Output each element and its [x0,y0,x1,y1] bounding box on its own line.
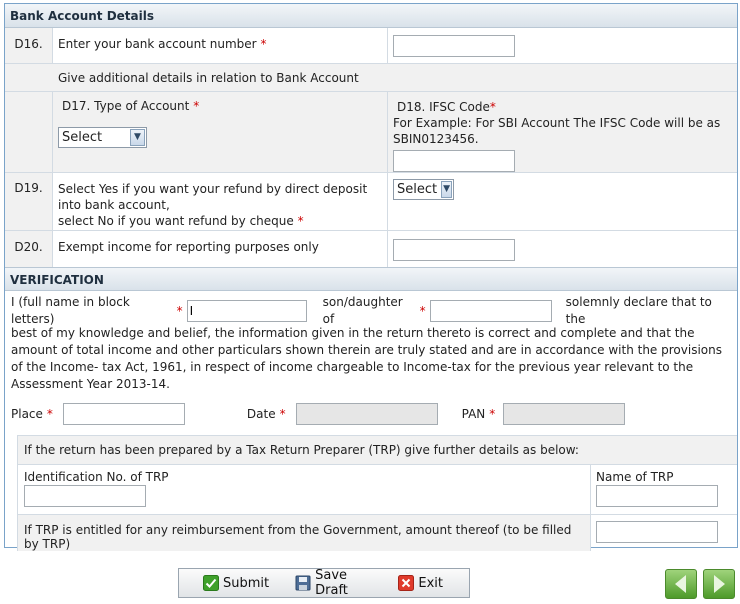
required-mark: * [176,303,183,318]
row-d19: D19. Select Yes if you want your refund … [5,173,737,231]
required-mark: * [46,407,53,421]
date-input[interactable] [295,403,438,425]
ifsc-example: For Example: For SBI Account The IFSC Co… [393,116,721,146]
d20-code: D20. [5,231,53,267]
pan-label: PAN [461,407,486,421]
save-draft-button[interactable]: Save Draft [295,568,372,598]
d20-label: Exempt income for reporting purposes onl… [53,231,388,267]
required-mark: * [260,37,267,51]
row-d17-d18: D17. Type of Account * Select ▼ D18. IFS… [5,92,737,173]
refund-mode-selected: Select [397,182,438,197]
parent-name-input[interactable] [429,300,552,322]
row-additional: Give additional details in relation to B… [5,64,737,92]
row-d16: D16. Enter your bank account number * [5,28,737,64]
close-icon [398,575,415,591]
d16-input-cell [388,28,737,63]
trp-id-input[interactable] [24,485,146,507]
place-date-pan-row: Place * Date * PAN * [5,399,737,429]
d16-label-cell: Enter your bank account number * [53,28,388,63]
d17-spacer [5,92,53,172]
verification-section-header: VERIFICATION [5,267,737,291]
trp-name-label: Name of TRP [596,470,674,484]
d16-label: Enter your bank account number [58,37,257,51]
trp-box: If the return has been prepared by a Tax… [17,435,737,551]
d20-input-cell [388,231,737,267]
d19-input-cell: Select ▼ [388,173,737,230]
bank-account-number-input[interactable] [393,35,515,57]
trp-name-cell: Name of TRP [591,465,737,514]
checkmark-icon [203,575,219,591]
submit-button[interactable]: Submit [203,575,269,591]
arrow-left-icon [675,575,686,593]
account-type-select[interactable]: Select ▼ [58,127,147,148]
submit-label: Submit [223,575,270,591]
bank-section-header: Bank Account Details [5,4,737,28]
full-name-label: I (full name in block letters) [11,295,130,326]
trp-intro: If the return has been prepared by a Tax… [18,436,737,465]
required-mark: * [489,407,496,421]
trp-reimbursement-cell [591,515,737,551]
full-name-input[interactable] [186,300,307,322]
trp-name-input[interactable] [596,485,718,507]
d18-label: D18. IFSC Code [397,100,490,114]
previous-button[interactable] [665,569,697,599]
d19-label-cell: Select Yes if you want your refund by di… [53,173,388,230]
place-label: Place [11,407,43,421]
next-button[interactable] [703,569,735,599]
exit-label: Exit [418,575,443,591]
d19-label-line1: Select Yes if you want your refund by di… [58,182,368,212]
action-button-bar: Submit Save Draft Exit [178,568,470,598]
chevron-down-icon: ▼ [130,129,145,146]
exit-button[interactable]: Exit [398,575,443,591]
trp-reimbursement-label: If TRP is entitled for any reimbursement… [18,515,591,551]
save-draft-label: Save Draft [315,568,348,598]
exempt-income-input[interactable] [393,239,515,261]
d19-label-line2: select No if you want refund by cheque [58,214,294,228]
declaration-text: best of my knowledge and belief, the inf… [11,326,722,391]
trp-reimbursement-input[interactable] [596,521,718,543]
refund-mode-select[interactable]: Select ▼ [393,179,454,200]
trp-id-cell: Identification No. of TRP [18,465,591,514]
declare-tail-text: solemnly declare that to the [565,295,712,326]
arrow-right-icon [714,575,725,593]
chevron-down-icon: ▼ [441,181,452,198]
required-mark: * [279,407,286,421]
row-d20: D20. Exempt income for reporting purpose… [5,231,737,267]
additional-details-text: Give additional details in relation to B… [53,64,737,91]
d17-label: D17. Type of Account [62,99,190,113]
date-label: Date [246,407,276,421]
required-mark: * [297,214,304,228]
trp-id-row: Identification No. of TRP Name of TRP [18,465,737,515]
d18-cell: D18. IFSC Code* For Example: For SBI Acc… [388,92,737,172]
trp-reimbursement-row: If TRP is entitled for any reimbursement… [18,515,737,551]
place-input[interactable] [62,403,185,425]
required-mark: * [419,303,426,318]
form-frame: Bank Account Details D16. Enter your ban… [4,3,738,551]
d19-code: D19. [5,173,53,230]
son-daughter-label: son/daughter of [322,295,403,326]
d17-cell: D17. Type of Account * Select ▼ [53,92,388,172]
account-type-selected: Select [62,130,103,145]
additional-spacer [5,64,53,91]
ifsc-code-input[interactable] [393,150,515,172]
required-mark: * [489,100,496,114]
trp-id-label: Identification No. of TRP [24,470,169,484]
d16-code: D16. [5,28,53,63]
declaration-block: I (full name in block letters) * son/dau… [5,291,737,399]
required-mark: * [193,99,200,113]
pan-input[interactable] [503,403,626,425]
floppy-disk-icon [295,575,311,591]
